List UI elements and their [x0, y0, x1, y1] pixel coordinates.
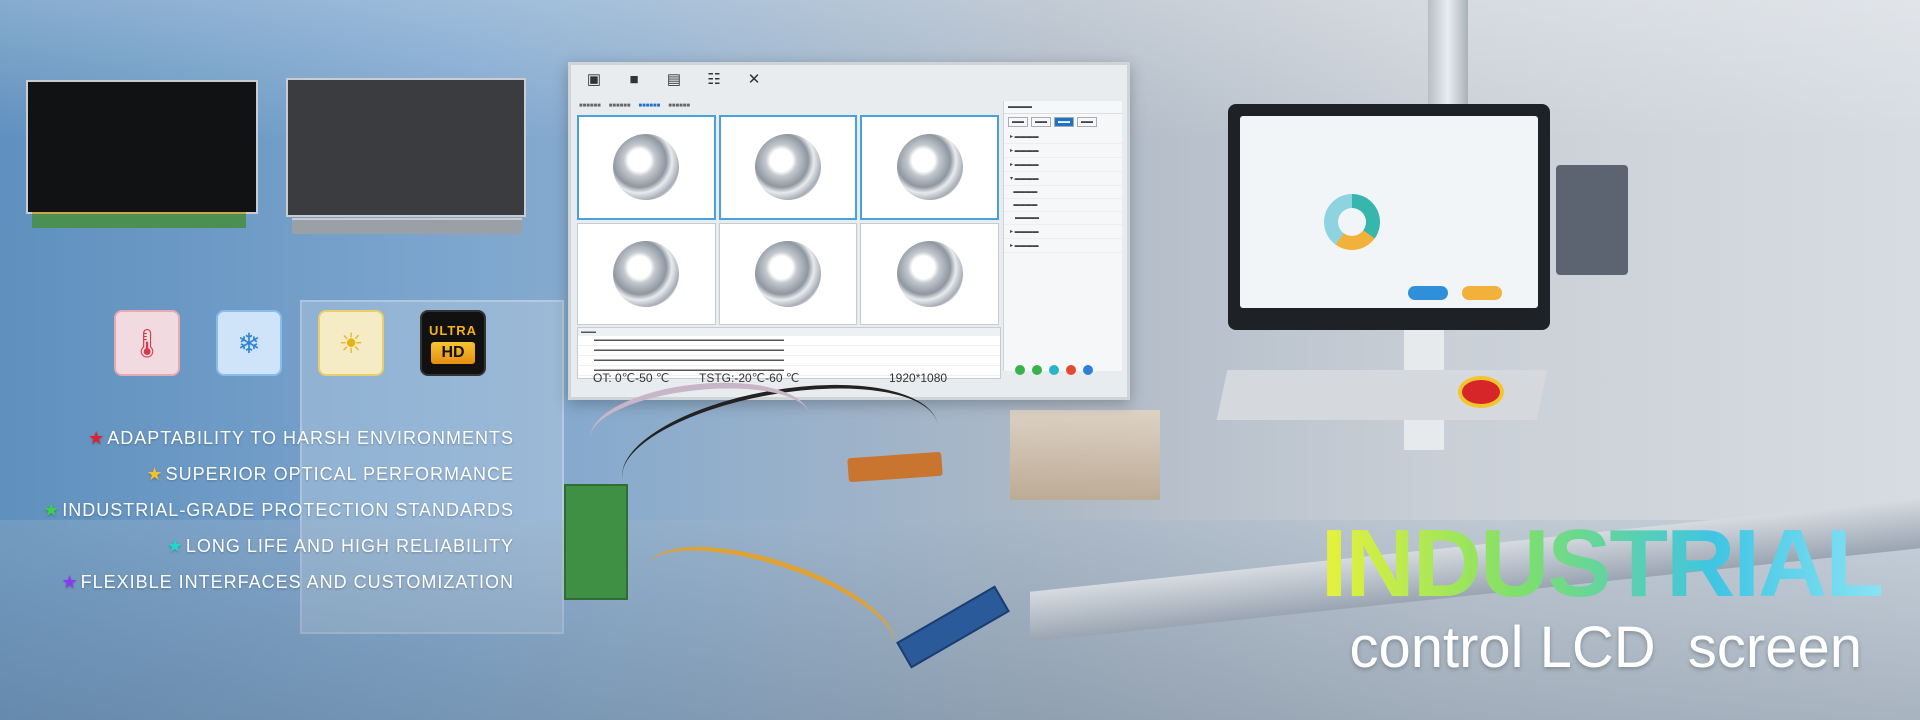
control-buttons [1015, 365, 1093, 375]
star-icon: ★ [88, 428, 106, 448]
kiosk-button [1408, 286, 1448, 300]
star-icon: ★ [166, 536, 184, 556]
star-icon: ★ [61, 572, 79, 592]
sun-icon: ☀ [318, 310, 384, 376]
feature-item: ★ SUPERIOR OPTICAL PERFORMANCE [146, 464, 514, 484]
star-icon: ★ [43, 500, 61, 520]
driver-board [564, 484, 628, 600]
kiosk-button [1462, 286, 1502, 300]
inspection-cell [577, 222, 716, 325]
panel-driver-board [32, 212, 246, 228]
refresh-icon [1083, 365, 1093, 375]
pause-icon [1049, 365, 1059, 375]
camera-tab: ■■■■■■ [579, 103, 601, 109]
industrial-lcd-screen: ▣ ■ ▤ ☷ ✕ ■■■■■■ ■■■■■■ ■■■■■■ ■■■■■■ ▬▬… [568, 62, 1130, 400]
chat-icon: ▤ [666, 71, 682, 88]
play-icon [1015, 365, 1025, 375]
sidebar-tabs: ▬▬ ▬▬ ▬▬ ▬▬ [1004, 114, 1122, 130]
sidebar-header: ▬▬▬▬ [1004, 101, 1122, 114]
log-row: ▬▬▬▬▬▬▬▬▬▬▬▬▬▬▬▬▬▬▬▬▬▬▬▬▬▬▬▬▬▬▬▬▬▬▬▬▬▬ [578, 346, 1000, 356]
feature-list: ★ ADAPTABILITY TO HARSH ENVIRONMENTS ★ SUP… [43, 420, 514, 600]
donut-chart-graphic [1324, 194, 1380, 250]
play-icon [1032, 365, 1042, 375]
tools-icon: ✕ [747, 71, 761, 88]
metal-part-image [613, 134, 680, 201]
panel-glass [26, 80, 258, 214]
lcd-panel-black [26, 80, 258, 240]
feature-item: ★ ADAPTABILITY TO HARSH ENVIRONMENTS [88, 428, 514, 448]
star-icon: ★ [146, 464, 164, 484]
log-title: ▬▬▬ [578, 328, 1000, 336]
sidebar-tab: ▬▬ [1054, 117, 1074, 127]
inspection-cell [860, 115, 999, 220]
task-sidebar: ▬▬▬▬ ▬▬ ▬▬ ▬▬ ▬▬ ▸ ▬▬▬▬ ▸ ▬▬▬▬ ▸ ▬▬▬▬ ▾ … [1003, 101, 1122, 371]
hd-label: HD [431, 341, 475, 364]
resolution: 1920*1080 [889, 371, 948, 385]
image-icon: ▣ [586, 71, 602, 88]
control-cabinet [1556, 165, 1628, 275]
sidebar-item: ▬▬▬▬ [1004, 199, 1122, 212]
kiosk-screen [1240, 116, 1538, 308]
camera-icon: ■ [629, 71, 639, 88]
headline-industrial: INDUSTRIAL [1320, 510, 1884, 617]
ultra-hd-icon: ULTRA HD [420, 310, 486, 376]
sidebar-item: ▸ ▬▬▬▬ [1004, 144, 1122, 158]
snowflake-thermometer-icon: ❄ [216, 310, 282, 376]
sidebar-item: ▸ ▬▬▬▬ [1004, 158, 1122, 172]
sidebar-tab: ▬▬ [1031, 117, 1051, 127]
lcd-specs: OT: 0℃-50 ℃ TSTG:-20℃-60 ℃ 1920*1080 [593, 371, 947, 385]
feature-item: ★ LONG LIFE AND HIGH RELIABILITY [166, 536, 514, 556]
metal-part-image [896, 240, 963, 307]
sidebar-item: ▸ ▬▬▬▬ [1004, 225, 1122, 239]
touch-panel-kiosk [1228, 104, 1550, 330]
feature-icons: 🌡 ❄ ☀ ULTRA HD [114, 310, 486, 376]
camera-tab: ■■■■■■ [668, 103, 690, 109]
metal-part-image [896, 134, 963, 201]
operating-temperature: OT: 0℃-50 ℃ [593, 371, 670, 385]
inspection-cell [718, 222, 858, 325]
headline-subtitle: control LCD screen [1349, 615, 1862, 680]
feature-item: ★ FLEXIBLE INTERFACES AND CUSTOMIZATION [61, 572, 514, 592]
stacked-boxes [1010, 410, 1160, 500]
inspection-cell [718, 115, 858, 220]
app-toolbar: ▣ ■ ▤ ☷ ✕ [579, 69, 769, 103]
sidebar-item: ▾ ▬▬▬▬ [1004, 172, 1122, 186]
metal-part-image [754, 134, 821, 201]
inspection-cell [577, 115, 716, 220]
camera-tab: ■■■■■■ [638, 103, 661, 109]
inspection-image-grid [577, 115, 999, 325]
ultra-label: ULTRA [428, 322, 478, 338]
sidebar-tab: ▬▬ [1077, 117, 1097, 127]
camera-tab: ■■■■■■ [608, 103, 631, 109]
stop-icon [1066, 365, 1076, 375]
feature-item: ★ INDUSTRIAL-GRADE PROTECTION STANDARDS [43, 500, 514, 520]
log-row: ▬▬▬▬▬▬▬▬▬▬▬▬▬▬▬▬▬▬▬▬▬▬▬▬▬▬▬▬▬▬▬▬▬▬▬▬▬▬ [578, 336, 1000, 346]
sidebar-tab: ▬▬ [1008, 117, 1028, 127]
panel-frame [292, 218, 522, 234]
lcd-panel-grey [286, 78, 526, 243]
sidebar-item: ▬▬▬▬ [1004, 186, 1122, 199]
metal-part-image [754, 240, 821, 307]
log-row: ▬▬▬▬▬▬▬▬▬▬▬▬▬▬▬▬▬▬▬▬▬▬▬▬▬▬▬▬▬▬▬▬▬▬▬▬▬▬ [578, 356, 1000, 366]
sidebar-item: ▬▬▬▬ [1004, 212, 1122, 225]
network-icon: ☷ [707, 71, 721, 88]
emergency-stop-icon [1458, 376, 1504, 408]
thermometer-icon: 🌡 [114, 310, 180, 376]
metal-part-image [613, 240, 680, 307]
inspection-cell [860, 222, 999, 325]
camera-tabs: ■■■■■■ ■■■■■■ ■■■■■■ ■■■■■■ [579, 103, 690, 109]
panel-glass [286, 78, 526, 217]
sidebar-item: ▸ ▬▬▬▬ [1004, 130, 1122, 144]
sidebar-item: ▸ ▬▬▬▬ [1004, 239, 1122, 253]
